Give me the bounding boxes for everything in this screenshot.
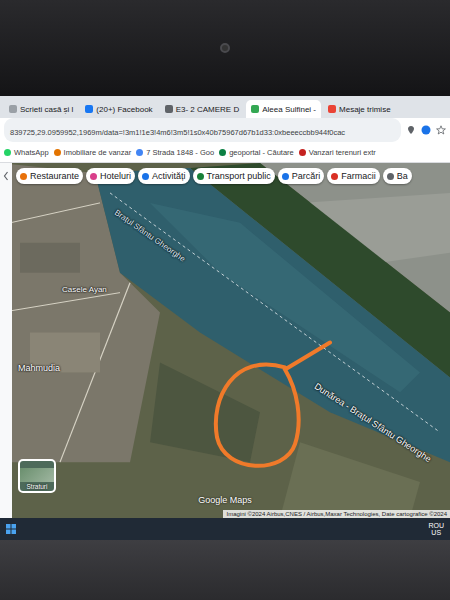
chip-label: Restaurante (30, 171, 79, 181)
category-icon (331, 173, 338, 180)
bookmark-favicon-icon (219, 149, 226, 156)
category-icon (197, 173, 204, 180)
category-chip[interactable]: Restaurante (16, 168, 83, 184)
bookmark[interactable]: 7 Strada 1848 - Goo (136, 148, 214, 157)
bookmark[interactable]: WhatsApp (4, 148, 49, 157)
bookmark-favicon-icon (4, 149, 11, 156)
tab-favicon-icon (165, 105, 173, 113)
browser-tab[interactable]: Scrieti casă și l (4, 100, 78, 118)
layers-label: Straturi (27, 482, 48, 491)
category-icon (282, 173, 289, 180)
star-icon[interactable] (436, 125, 446, 135)
tab-label: Aleea Sulfinei - (262, 105, 316, 114)
language-indicator[interactable]: ROUUS (428, 522, 444, 536)
laptop-deck (0, 540, 450, 600)
language-text: ROU (428, 522, 444, 529)
bookmark[interactable]: Imobiliare de vanzar (54, 148, 132, 157)
chip-label: Transport public (207, 171, 271, 181)
chip-label: Farmacii (341, 171, 376, 181)
category-chip[interactable]: Activități (138, 168, 190, 184)
bookmarks-bar: WhatsApp Imobiliare de vanzar 7 Strada 184… (0, 142, 450, 163)
place-label: Mahmudia (18, 363, 60, 373)
category-chip[interactable]: Transport public (193, 168, 275, 184)
tab-label: Mesaje trimise (339, 105, 391, 114)
tab-favicon-icon (9, 105, 17, 113)
bookmark-label: Vanzari terenuri extr (309, 148, 376, 157)
bookmark-favicon-icon (136, 149, 143, 156)
laptop-photo: Scrieti casă și l (20+) Facebook E3- 2 CAM… (0, 0, 450, 600)
category-chip[interactable]: Hoteluri (86, 168, 135, 184)
chevron-icon[interactable] (3, 171, 9, 181)
category-icon (90, 173, 97, 180)
category-chips: Restaurante Hoteluri Activități Transport p… (16, 168, 412, 184)
webcam-icon (220, 43, 230, 53)
layers-button[interactable]: Straturi (18, 459, 56, 493)
bookmark-favicon-icon (54, 149, 61, 156)
map-attribution: Imagini ©2024 Airbus,CNES / Airbus,Maxar… (223, 510, 450, 518)
category-icon (20, 173, 27, 180)
bookmark[interactable]: Vanzari terenuri extr (299, 148, 376, 157)
bookmark-label: Imobiliare de vanzar (64, 148, 132, 157)
tab-favicon-icon (85, 105, 93, 113)
address-bar: 839725,29.0959952,1969m/data=!3m1!1e3!4m… (0, 118, 450, 142)
url-text: 839725,29.0959952,1969m/data=!3m1!1e3!4m… (10, 128, 345, 137)
taskbar: ROUUS (0, 518, 450, 540)
screen: Scrieti casă și l (20+) Facebook E3- 2 CAM… (0, 96, 450, 540)
layers-thumbnail (20, 468, 54, 482)
tab-favicon-icon (328, 105, 336, 113)
url-field[interactable]: 839725,29.0959952,1969m/data=!3m1!1e3!4m… (4, 118, 401, 142)
bookmark-label: geoportal - Căutare (229, 148, 294, 157)
satellite-imagery (0, 163, 450, 518)
tab-favicon-icon (251, 105, 259, 113)
category-chip[interactable]: Farmacii (327, 168, 380, 184)
location-icon[interactable] (406, 125, 416, 135)
windows-start-icon[interactable] (6, 524, 16, 534)
chip-label: Activități (152, 171, 186, 181)
browser-tab[interactable]: (20+) Facebook (80, 100, 157, 118)
tab-label: (20+) Facebook (96, 105, 152, 114)
chip-label: Hoteluri (100, 171, 131, 181)
bookmark-label: 7 Strada 1848 - Goo (146, 148, 214, 157)
tab-label: E3- 2 CAMERE D (176, 105, 240, 114)
bookmark-favicon-icon (299, 149, 306, 156)
extension-icon[interactable] (421, 125, 431, 135)
bookmark-label: WhatsApp (14, 148, 49, 157)
category-icon (387, 173, 394, 180)
collapsed-sidebar[interactable] (0, 163, 12, 518)
tab-label: Scrieti casă și l (20, 105, 73, 114)
satellite-map[interactable]: Restaurante Hoteluri Activități Transport p… (0, 163, 450, 518)
category-chip[interactable]: Parcări (278, 168, 325, 184)
laptop-bezel (0, 0, 450, 96)
browser-tab[interactable]: Aleea Sulfinei - (246, 100, 321, 118)
layout-text: US (431, 529, 441, 536)
map-logo: Google Maps (198, 495, 252, 505)
chip-label: Ba (397, 171, 408, 181)
annotation-circle (216, 342, 330, 465)
tab-bar: Scrieti casă și l (20+) Facebook E3- 2 CAM… (0, 96, 450, 118)
browser-tab[interactable]: Mesaje trimise (323, 100, 396, 118)
bookmark[interactable]: geoportal - Căutare (219, 148, 294, 157)
chip-label: Parcări (292, 171, 321, 181)
browser-tab[interactable]: E3- 2 CAMERE D (160, 100, 245, 118)
category-icon (142, 173, 149, 180)
place-label: Casele Ayan (62, 285, 107, 294)
category-chip[interactable]: Ba (383, 168, 412, 184)
